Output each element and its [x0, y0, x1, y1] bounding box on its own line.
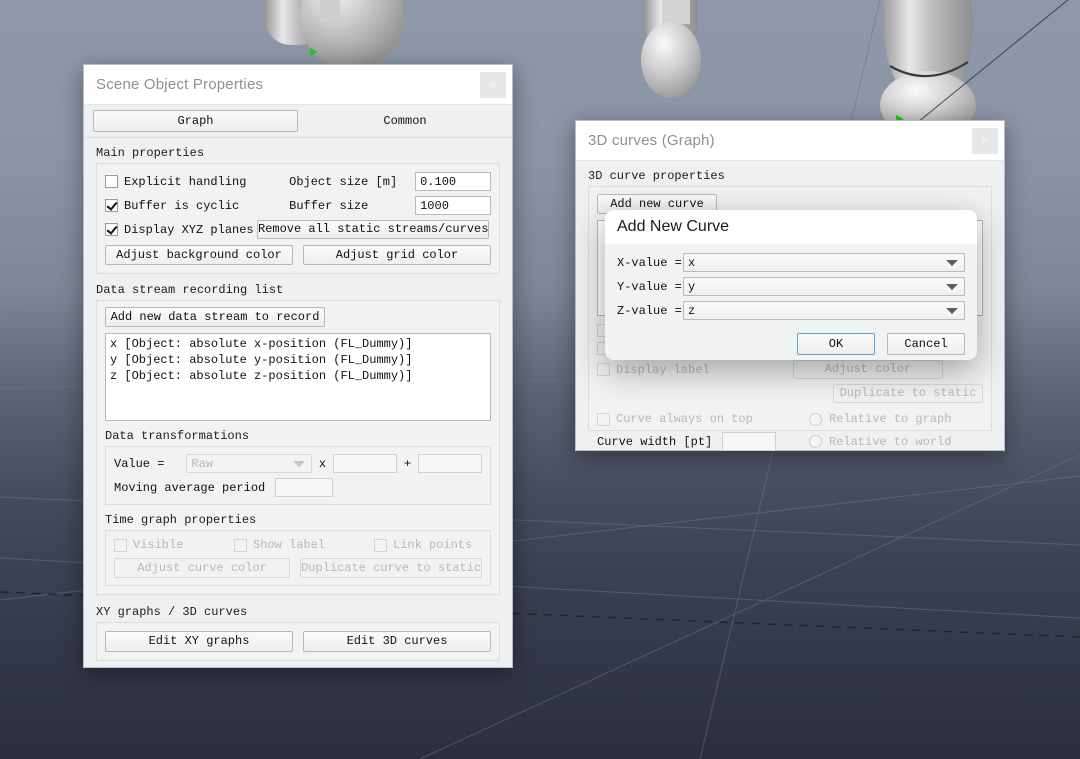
y-value-label: Y-value =: [617, 279, 682, 294]
plus-symbol: +: [403, 456, 412, 471]
explicit-handling-row[interactable]: Explicit handling: [105, 175, 289, 189]
display-xyz-checkbox[interactable]: [105, 223, 118, 236]
adjust-background-color-button[interactable]: Adjust background color: [105, 245, 293, 265]
main-properties-label: Main properties: [96, 146, 205, 160]
properties-tab-bar[interactable]: Graph Common: [84, 105, 512, 138]
moving-average-input[interactable]: [275, 478, 334, 497]
x-value-select-value: x: [688, 255, 696, 270]
tab-graph[interactable]: Graph: [93, 110, 298, 132]
ok-button[interactable]: OK: [797, 333, 875, 355]
edit-3d-curves-button[interactable]: Edit 3D curves: [303, 631, 491, 652]
list-item[interactable]: z [Object: absolute z-position (FL_Dummy…: [110, 368, 486, 384]
tab-common[interactable]: Common: [298, 114, 512, 128]
offset-input[interactable]: [418, 454, 483, 473]
data-transformations-label: Data transformations: [105, 429, 250, 443]
buffer-cyclic-checkbox[interactable]: [105, 199, 118, 212]
edit-xy-graphs-button[interactable]: Edit XY graphs: [105, 631, 293, 652]
chevron-down-icon: [292, 460, 305, 467]
show-label-checkbox[interactable]: [234, 538, 247, 552]
graphs-group: Edit XY graphs Edit 3D curves: [96, 622, 500, 661]
curve-width-input[interactable]: [722, 432, 777, 451]
curve-properties-label: 3D curve properties: [588, 169, 725, 183]
display-xyz-row[interactable]: Display XYZ planes: [105, 223, 257, 237]
link-points-row[interactable]: Link points: [374, 538, 472, 552]
curves-window-title: 3D curves (Graph): [588, 132, 715, 149]
time-graph-label: Time graph properties: [105, 513, 257, 527]
display-label-checkbox[interactable]: [597, 363, 610, 376]
explicit-handling-label: Explicit handling: [124, 174, 247, 189]
duplicate-curve-to-static-button[interactable]: Duplicate curve to static: [300, 558, 482, 578]
visible-checkbox[interactable]: [114, 538, 127, 552]
buffer-size-label: Buffer size: [289, 198, 369, 213]
properties-window-title: Scene Object Properties: [96, 76, 264, 93]
curves-title-bar: 3D curves (Graph) ×: [576, 121, 1004, 161]
add-new-curve-dialog[interactable]: Add New Curve X-value = x Y-value = y Z-…: [605, 210, 977, 360]
add-data-stream-button[interactable]: Add new data stream to record: [105, 307, 325, 327]
visible-label: Visible: [133, 538, 184, 552]
curve-always-on-top-row[interactable]: Curve always on top: [597, 412, 809, 426]
properties-title-bar: Scene Object Properties ×: [84, 65, 512, 105]
show-label-label: Show label: [253, 538, 326, 552]
duplicate-to-static-button[interactable]: Duplicate to static: [833, 384, 983, 403]
buffer-size-input[interactable]: 1000: [415, 196, 491, 215]
scene-object-properties-window[interactable]: Scene Object Properties × Graph Common M…: [83, 64, 513, 668]
relative-to-graph-label: Relative to graph: [829, 412, 952, 426]
curve-width-label: Curve width [pt]: [597, 434, 713, 449]
link-points-checkbox[interactable]: [374, 538, 387, 552]
data-stream-label: Data stream recording list: [96, 283, 284, 297]
chevron-down-icon: [946, 307, 958, 314]
data-stream-list[interactable]: x [Object: absolute x-position (FL_Dummy…: [105, 333, 491, 421]
close-icon[interactable]: ×: [972, 127, 998, 154]
adjust-curve-color-button[interactable]: Adjust curve color: [114, 558, 291, 578]
transform-select[interactable]: Raw: [186, 454, 312, 473]
add-curve-title: Add New Curve: [617, 218, 730, 235]
relative-to-world-label: Relative to world: [829, 434, 952, 449]
robot-arm-right: [880, 0, 976, 139]
curve-always-on-top-label: Curve always on top: [616, 412, 753, 426]
data-stream-group: Add new data stream to record x [Object:…: [96, 300, 500, 595]
relative-to-world-radio[interactable]: [809, 435, 822, 448]
object-size-label: Object size [m]: [289, 174, 398, 189]
visible-row[interactable]: Visible: [114, 538, 234, 552]
moving-average-label: Moving average period: [114, 480, 266, 495]
adjust-color-button[interactable]: Adjust color: [793, 360, 943, 379]
multiply-input[interactable]: [333, 454, 397, 473]
list-item[interactable]: x [Object: absolute x-position (FL_Dummy…: [110, 336, 486, 352]
explicit-handling-checkbox[interactable]: [105, 175, 118, 188]
link-points-label: Link points: [393, 538, 473, 552]
buffer-cyclic-row[interactable]: Buffer is cyclic: [105, 199, 289, 213]
object-size-input[interactable]: 0.100: [415, 172, 491, 191]
time-graph-group: Visible Show label Link points Adjust cu…: [105, 530, 491, 586]
chevron-down-icon: [946, 259, 958, 266]
x-value-select[interactable]: x: [683, 253, 965, 272]
chevron-down-icon: [946, 283, 958, 290]
transform-select-value: Raw: [191, 456, 214, 471]
curve-always-on-top-checkbox[interactable]: [597, 412, 610, 426]
y-value-select-value: y: [688, 279, 696, 294]
list-item[interactable]: y [Object: absolute y-position (FL_Dummy…: [110, 352, 486, 368]
display-label-label: Display label: [616, 362, 710, 377]
show-label-row[interactable]: Show label: [234, 538, 374, 552]
adjust-grid-color-button[interactable]: Adjust grid color: [303, 245, 491, 265]
y-value-select[interactable]: y: [683, 277, 965, 296]
display-label-row[interactable]: Display label: [597, 363, 793, 377]
multiply-symbol: x: [318, 456, 327, 471]
graphs-section-label: XY graphs / 3D curves: [96, 605, 248, 619]
x-value-label: X-value =: [617, 255, 682, 270]
display-xyz-label: Display XYZ planes: [124, 222, 254, 237]
z-value-select-value: z: [688, 303, 696, 318]
z-value-select[interactable]: z: [683, 301, 965, 320]
data-transformations-group: Value = Raw x + Moving average period: [105, 446, 491, 505]
add-curve-title-bar: Add New Curve: [605, 210, 977, 244]
remove-all-static-button[interactable]: Remove all static streams/curves: [257, 220, 489, 239]
main-properties-group: Explicit handling Object size [m] 0.100 …: [96, 163, 500, 274]
relative-to-graph-radio[interactable]: [809, 412, 822, 426]
robot-arm-left: [265, 0, 404, 70]
buffer-cyclic-label: Buffer is cyclic: [124, 198, 240, 213]
cancel-button[interactable]: Cancel: [887, 333, 965, 355]
robot-arm-middle: [641, 0, 701, 98]
value-label: Value =: [114, 456, 165, 471]
close-icon[interactable]: ×: [480, 71, 506, 98]
z-value-label: Z-value =: [617, 303, 682, 318]
